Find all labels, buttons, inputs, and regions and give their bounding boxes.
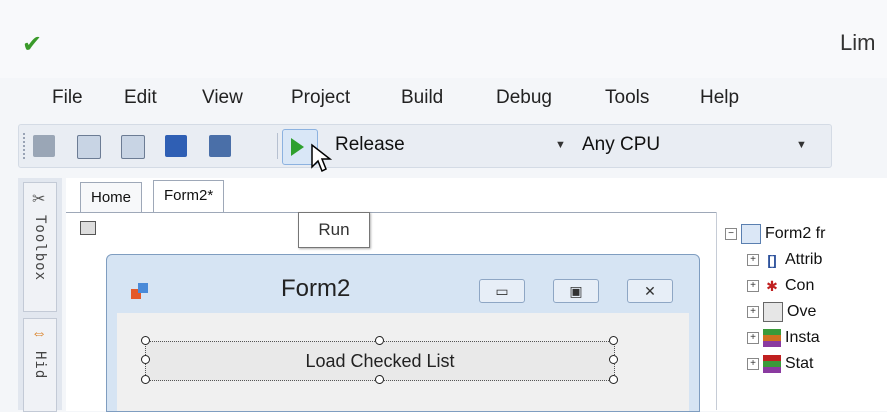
maximize-button[interactable]: ▣ xyxy=(553,279,599,303)
menu-tools[interactable]: Tools xyxy=(605,87,649,109)
static-icon xyxy=(763,354,781,373)
form-client-area[interactable]: Load Checked List xyxy=(117,313,689,411)
toolbox-icon: ✂ xyxy=(32,191,46,208)
component-tray-icon[interactable] xyxy=(80,221,96,235)
expand-icon[interactable]: + xyxy=(747,279,759,292)
menu-build[interactable]: Build xyxy=(401,87,443,109)
constants-icon: ✱ xyxy=(766,277,778,294)
expand-icon[interactable]: + xyxy=(747,253,759,266)
object-tree-panel: − Form2 fr + [] Attrib + ✱ Con + Ove + Insta + S… xyxy=(716,212,887,410)
play-icon xyxy=(291,138,304,156)
expand-icon[interactable]: + xyxy=(747,331,759,344)
close-button[interactable]: ✕ xyxy=(627,279,673,303)
expand-icon[interactable]: + xyxy=(747,357,759,370)
configuration-select[interactable]: Release xyxy=(335,134,405,156)
attributes-icon: [] xyxy=(767,251,777,268)
form-node-icon xyxy=(741,223,761,244)
instance-icon xyxy=(763,328,781,347)
form-designer-window[interactable]: Form2 ▭ ▣ ✕ Load Checked List xyxy=(106,254,700,412)
toolbar-grip[interactable] xyxy=(23,133,27,159)
run-tooltip: Run xyxy=(298,212,370,248)
resize-handle[interactable] xyxy=(141,375,150,384)
toolbox-label: Toolbox xyxy=(32,215,48,282)
resize-handle[interactable] xyxy=(609,336,618,345)
menu-project[interactable]: Project xyxy=(291,87,350,109)
menu-edit[interactable]: Edit xyxy=(124,87,157,109)
save-all-icon[interactable] xyxy=(209,135,231,157)
tree-item[interactable]: + Stat xyxy=(747,352,813,376)
tree-item-label: Ove xyxy=(787,303,817,320)
title-bar: ✔ Lim xyxy=(0,0,887,78)
standard-toolbar: Release ▼ Any CPU ▼ xyxy=(18,124,832,168)
platform-select[interactable]: Any CPU xyxy=(582,134,660,156)
collapse-icon[interactable]: − xyxy=(725,227,737,240)
menu-view[interactable]: View xyxy=(202,87,243,109)
tree-item-label: Con xyxy=(785,277,815,294)
tab-home[interactable]: Home xyxy=(80,182,143,213)
tree-item-label: Insta xyxy=(785,329,820,346)
menu-file[interactable]: File xyxy=(52,87,83,109)
tree-item[interactable]: + Insta xyxy=(747,326,820,350)
hidden-label: Hid xyxy=(32,351,48,380)
resize-handle[interactable] xyxy=(609,375,618,384)
tree-item[interactable]: + Ove xyxy=(747,300,816,324)
overrides-icon xyxy=(763,301,783,322)
menu-help[interactable]: Help xyxy=(700,87,739,109)
minimize-button[interactable]: ▭ xyxy=(479,279,525,303)
save-icon[interactable] xyxy=(165,135,187,157)
tree-item[interactable]: − Form2 fr xyxy=(725,222,825,246)
tree-item[interactable]: + [] Attrib xyxy=(747,248,822,272)
resize-handle[interactable] xyxy=(141,355,150,364)
menu-debug[interactable]: Debug xyxy=(496,87,552,109)
mouse-cursor-icon xyxy=(311,143,332,173)
toolbox-tab[interactable]: ✂ Toolbox xyxy=(23,182,57,312)
toolbar-separator xyxy=(277,133,278,159)
expand-icon[interactable]: + xyxy=(747,305,759,318)
resize-handle[interactable] xyxy=(141,336,150,345)
resize-handle[interactable] xyxy=(375,336,384,345)
resize-handle[interactable] xyxy=(375,375,384,384)
side-panel-strip: ✂ Toolbox ⇔ Hid xyxy=(18,178,62,412)
resize-handle[interactable] xyxy=(609,355,618,364)
form-icon xyxy=(131,283,149,301)
menu-bar: File Edit View Project Build Debug Tools… xyxy=(0,78,887,118)
tab-form2[interactable]: Form2* xyxy=(153,180,225,213)
tree-item-label: Stat xyxy=(785,355,814,372)
open-file-icon[interactable] xyxy=(121,135,145,159)
add-item-icon[interactable] xyxy=(77,135,101,159)
app-logo-icon: ✔ xyxy=(22,31,43,58)
form-title: Form2 xyxy=(281,275,351,302)
configuration-dropdown-arrow-icon[interactable]: ▼ xyxy=(555,139,566,151)
tree-item-label: Attrib xyxy=(785,251,823,268)
hidden-windows-icon: ⇔ xyxy=(31,325,47,342)
window-title: Lim xyxy=(840,30,876,55)
platform-dropdown-arrow-icon[interactable]: ▼ xyxy=(796,139,807,151)
tree-item-label: Form2 fr xyxy=(765,225,826,242)
new-project-icon[interactable] xyxy=(33,135,55,157)
tree-item[interactable]: + ✱ Con xyxy=(747,274,814,298)
hidden-tab[interactable]: ⇔ Hid xyxy=(23,318,57,412)
